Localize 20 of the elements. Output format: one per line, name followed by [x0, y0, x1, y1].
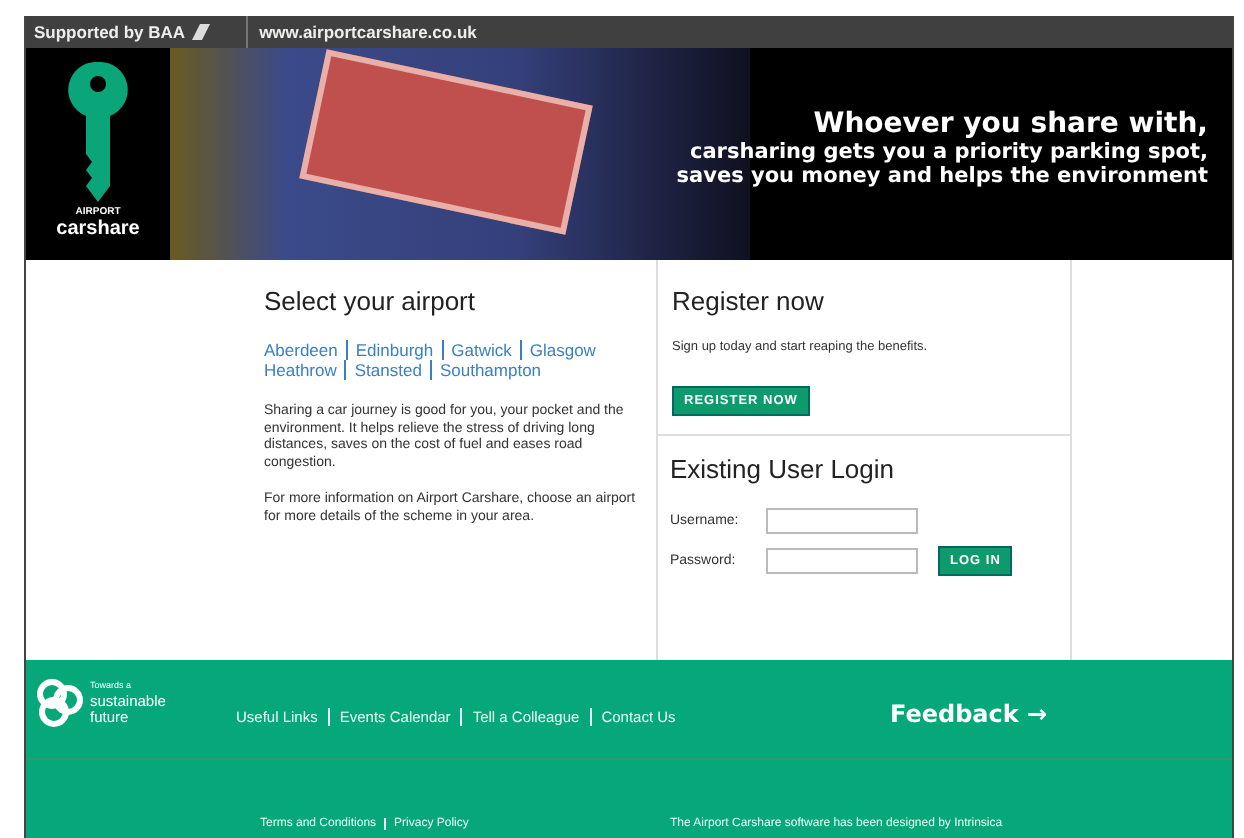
section-heading: Register now — [672, 286, 826, 316]
logo-text: carshare — [56, 218, 140, 240]
input-field[interactable] — [766, 548, 918, 574]
input-field[interactable] — [766, 508, 918, 534]
banner-headline: Whoever you share with, — [813, 108, 1208, 140]
airport-link[interactable]: Aberdeen — [264, 340, 346, 360]
airport-link[interactable]: Gatwick — [441, 340, 520, 360]
airport-link[interactable]: Edinburgh — [345, 340, 442, 360]
airport-link[interactable]: Southampton — [429, 360, 550, 380]
supported-by-text: Supported by BAA — [32, 22, 186, 42]
sustainable-logo-icon — [34, 675, 86, 727]
airport-link[interactable]: Heathrow — [264, 360, 345, 380]
section-heading: Select your airport — [264, 286, 477, 316]
key-icon — [66, 62, 130, 202]
banner-text: carsharing gets you a priority parking spot, — [689, 140, 1208, 164]
section-heading: Existing User Login — [670, 454, 896, 484]
banner-text: saves you money and helps the environment — [676, 164, 1208, 188]
feedback-link[interactable]: Feedback → — [890, 699, 1048, 727]
airport-link[interactable]: Stansted — [344, 360, 430, 380]
airport-link[interactable]: Glasgow — [519, 340, 604, 360]
